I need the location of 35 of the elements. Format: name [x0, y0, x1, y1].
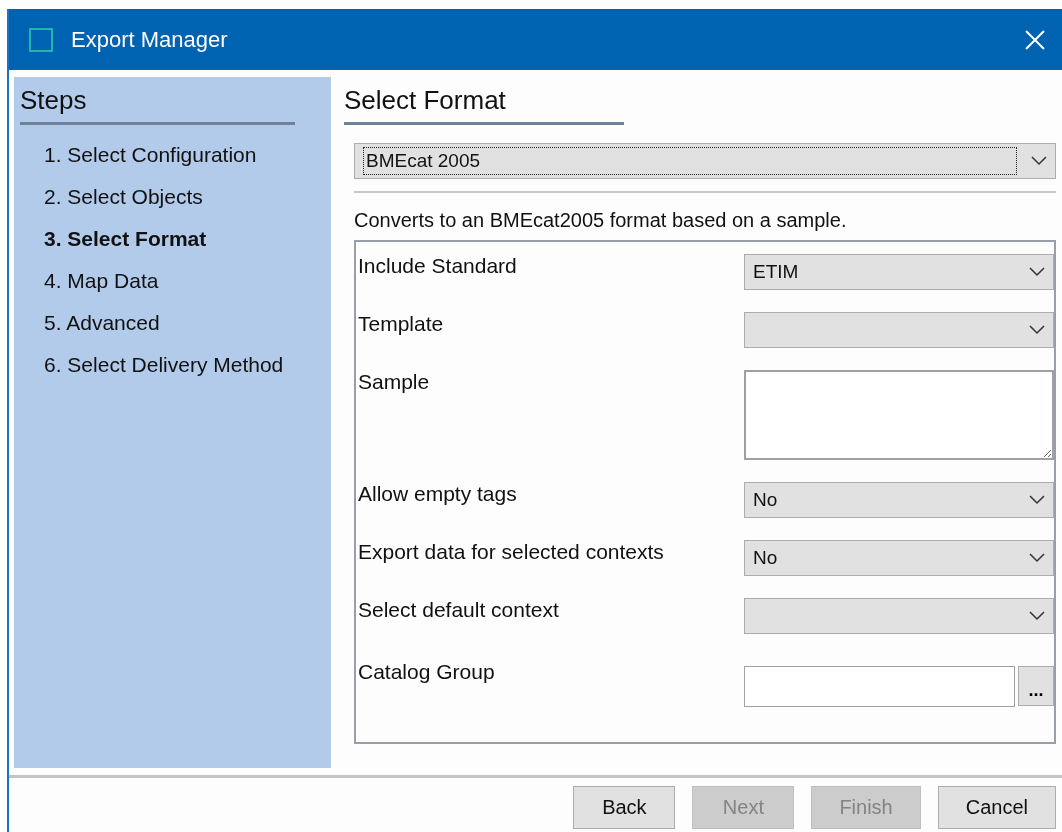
field-label: Select default context — [358, 598, 559, 622]
field-label: Include Standard — [358, 254, 517, 278]
caret-icon — [1031, 156, 1047, 166]
dropdown[interactable]: No — [744, 540, 1054, 576]
field-label: Template — [358, 312, 444, 336]
step-item: 1. Select Configuration — [44, 143, 257, 167]
dialog-button[interactable]: Back — [573, 786, 676, 829]
caret-icon — [1029, 495, 1045, 505]
step-item: 6. Select Delivery Method — [44, 353, 284, 377]
dropdown[interactable]: No — [744, 482, 1054, 518]
field-label: Allow empty tags — [358, 482, 517, 506]
step-item: 3. Select Format — [44, 227, 207, 251]
dialog-button[interactable]: Cancel — [937, 786, 1056, 829]
window-title: Export Manager — [71, 26, 229, 53]
caret-icon — [1029, 325, 1045, 335]
browse-button[interactable]: ... — [1018, 666, 1054, 706]
section-title: Select Format — [344, 85, 506, 116]
step-item: 5. Advanced — [44, 311, 160, 335]
format-dropdown[interactable]: BMEcat 2005 — [354, 143, 1056, 179]
app-icon — [29, 27, 53, 52]
caret-icon — [1029, 611, 1045, 621]
text-area[interactable] — [744, 370, 1054, 460]
caret-icon — [1029, 267, 1045, 277]
caret-icon — [1029, 553, 1045, 563]
field-label: Catalog Group — [358, 660, 495, 684]
description: Converts to an BMEcat2005 format based on a sample. — [354, 209, 847, 232]
dropdown[interactable]: ETIM — [744, 254, 1054, 290]
panel-title: Steps — [20, 85, 87, 116]
dropdown[interactable] — [744, 312, 1054, 348]
input-field[interactable] — [744, 666, 1015, 707]
step-item: 2. Select Objects — [44, 185, 203, 209]
field-label: Sample — [358, 370, 430, 394]
step-item: 4. Map Data — [44, 269, 159, 293]
dropdown[interactable] — [744, 598, 1054, 634]
field-label: Export data for selected contexts — [358, 540, 664, 564]
